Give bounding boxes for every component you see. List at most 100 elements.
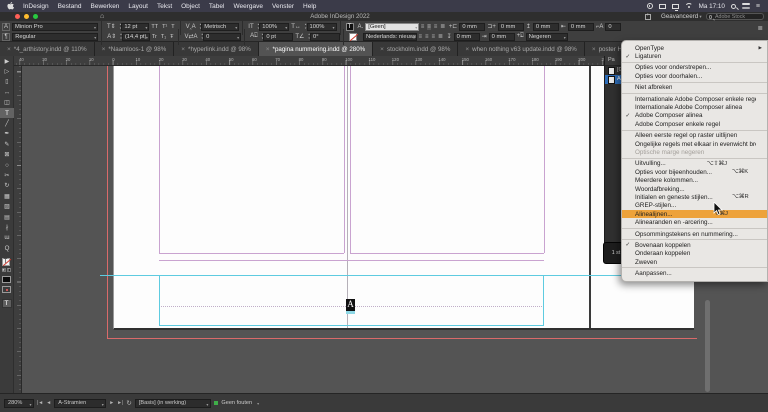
selection-tool[interactable]: ▶ xyxy=(0,56,14,66)
first-line-indent-field[interactable]: 0 mm xyxy=(567,22,594,31)
kerning-field[interactable]: Metrisch xyxy=(201,22,240,31)
preflight-status[interactable]: Geen fouten xyxy=(221,400,259,406)
menu-item[interactable]: Opties voor onderstrepen... xyxy=(622,64,767,72)
zoom-level-combo[interactable]: 280% xyxy=(4,398,34,408)
align-middle-icon[interactable]: ≡ xyxy=(425,34,429,40)
small-caps-button[interactable]: Tr xyxy=(150,34,159,40)
menu-item[interactable]: Woordafbreking... xyxy=(622,185,767,193)
monitor-icon[interactable] xyxy=(671,3,679,11)
menu-item[interactable]: GREP-stijlen... xyxy=(622,202,767,210)
menu-item[interactable]: Bovenaan koppelen xyxy=(622,241,767,249)
document-tab[interactable]: × *hyperlink.indd @ 98% xyxy=(174,42,259,56)
note-tool[interactable]: ▤ xyxy=(0,212,14,222)
baseline-shift-field[interactable]: 0 pt xyxy=(263,32,294,41)
ruler-guide-cyan[interactable] xyxy=(100,275,693,276)
menu-item[interactable]: Alinealijnen... ⌥⌘J xyxy=(622,210,767,219)
share-icon[interactable] xyxy=(645,12,651,20)
vertical-scale-field[interactable]: 100% xyxy=(259,22,290,31)
font-size-field[interactable]: 12 pt xyxy=(121,22,150,31)
menu-item[interactable]: Ongelijke regels met elkaar in evenwicht… xyxy=(622,140,767,148)
menu-item[interactable] xyxy=(622,81,767,83)
next-page-button[interactable]: ► xyxy=(109,400,114,406)
gradient-feather-tool[interactable]: ▨ xyxy=(0,201,14,211)
menubar-item[interactable]: InDesign xyxy=(23,3,49,10)
menubar-clock[interactable]: Ma 17:10 xyxy=(699,3,725,10)
close-tab-icon[interactable]: × xyxy=(380,46,384,53)
menu-item[interactable] xyxy=(622,129,767,131)
pencil-tool[interactable]: ✎ xyxy=(0,139,14,149)
menu-item[interactable]: Zweven xyxy=(622,258,767,266)
menu-item[interactable] xyxy=(622,92,767,94)
align-left-icon[interactable]: ≡ xyxy=(421,24,425,30)
menu-item[interactable]: OpenType xyxy=(622,44,767,52)
horizontal-scale-field[interactable]: 100% xyxy=(306,22,337,31)
page-number-combo[interactable]: A-Stramien xyxy=(54,398,107,408)
all-caps-button[interactable]: TT xyxy=(149,24,160,30)
apply-color-button[interactable] xyxy=(1,276,11,283)
document-tab[interactable]: × *pagina nummering.indd @ 280% xyxy=(258,42,374,56)
menubar-item[interactable]: Bewerken xyxy=(91,3,120,10)
menu-item[interactable]: Alinearanden en -arcering... xyxy=(622,218,767,226)
skew-field[interactable]: 0° xyxy=(309,32,340,41)
close-tab-icon[interactable]: × xyxy=(465,46,469,53)
refresh-icon[interactable]: ↻ xyxy=(126,399,131,407)
tracking-field[interactable]: 0 xyxy=(203,32,242,41)
align-bottom-icon[interactable]: ≡ xyxy=(432,34,436,40)
display-mirror-icon[interactable] xyxy=(658,3,666,9)
indent-right-field[interactable]: 0 mm xyxy=(497,22,524,31)
menu-item[interactable] xyxy=(622,61,767,63)
scissors-tool[interactable]: ✂ xyxy=(0,170,14,180)
first-page-button[interactable]: |◄ xyxy=(37,400,43,406)
control-center-icon[interactable] xyxy=(741,2,750,10)
menu-item[interactable]: Uitvulling... ⌥⇧⌘J xyxy=(622,160,767,168)
menu-item[interactable] xyxy=(622,239,767,241)
indent-left-field[interactable]: 0 mm xyxy=(459,22,486,31)
menubar-item[interactable]: Tekst xyxy=(157,3,172,10)
document-tab[interactable]: × *4_arthistory.indd @ 110% xyxy=(0,42,95,56)
justify-icon[interactable]: ≣ xyxy=(440,23,445,30)
screen-record-icon[interactable] xyxy=(646,3,653,9)
menubar-item[interactable]: Weergave xyxy=(233,3,263,10)
type-tool[interactable]: T xyxy=(0,107,14,119)
close-tab-icon[interactable]: × xyxy=(7,46,11,53)
strikethrough-button[interactable]: Ŧ xyxy=(168,34,175,40)
panel-menu-icon[interactable]: ≣ xyxy=(758,24,763,32)
menu-item[interactable] xyxy=(622,227,767,229)
document-tab[interactable]: × when nothing v63 update.indd @ 98% xyxy=(458,42,585,56)
apply-none-button[interactable] xyxy=(1,286,11,293)
menubar-item[interactable]: Object xyxy=(181,3,200,10)
close-tab-icon[interactable]: × xyxy=(181,46,185,53)
menubar-item[interactable]: Layout xyxy=(128,3,148,10)
character-formatting-icon[interactable]: A xyxy=(2,22,11,31)
vertical-scrollbar[interactable] xyxy=(705,300,710,392)
adobe-stock-search-input[interactable]: Adobe Stock xyxy=(706,13,764,20)
menu-item[interactable]: Alleen eerste regel op raster uitlijnen xyxy=(622,132,767,140)
menu-item[interactable]: Internationale Adobe Composer alinea xyxy=(622,103,767,111)
content-collector-tool[interactable]: ◫ xyxy=(0,98,14,108)
close-tab-icon[interactable]: × xyxy=(592,46,596,53)
last-line-indent-field[interactable]: 0 mm xyxy=(488,32,515,41)
zoom-tool[interactable]: Q xyxy=(0,243,14,253)
formatting-affects-container-icon[interactable]: ■ xyxy=(1,268,6,272)
direct-selection-tool[interactable]: ▷ xyxy=(0,66,14,76)
character-style-combo[interactable]: [Geen] xyxy=(365,22,420,31)
menu-item[interactable]: Initialen en geneste stijlen... ⌥⌘R xyxy=(622,193,767,201)
underline-button[interactable]: T xyxy=(169,24,176,30)
menu-item[interactable]: Adobe Composer alinea xyxy=(622,112,767,120)
menu-item[interactable] xyxy=(622,267,767,269)
ruler-guide-violet[interactable] xyxy=(159,260,544,261)
menu-item[interactable] xyxy=(622,157,767,159)
spotlight-search-icon[interactable] xyxy=(730,3,736,9)
menu-item[interactable]: Aanpassen... xyxy=(622,269,767,277)
document-tab[interactable]: × *Naamloos-1 @ 98% xyxy=(94,42,175,56)
last-page-button[interactable]: ►| xyxy=(117,400,123,406)
document-tab[interactable]: × stockholm.indd @ 98% xyxy=(373,42,459,56)
list-icon[interactable]: ≡ xyxy=(756,3,760,10)
hand-tool[interactable]: ɯ xyxy=(0,233,14,243)
preflight-profile-combo[interactable]: [Basis] (in werking) xyxy=(134,398,211,408)
menu-item[interactable]: Meerdere kolommen... xyxy=(622,176,767,184)
paragraph-formatting-icon[interactable]: ¶ xyxy=(2,32,11,41)
gradient-tool[interactable]: ▦ xyxy=(0,191,14,201)
formatting-affects-text-icon[interactable]: T xyxy=(6,268,11,272)
justify-all-icon[interactable]: ≣ xyxy=(438,33,443,40)
